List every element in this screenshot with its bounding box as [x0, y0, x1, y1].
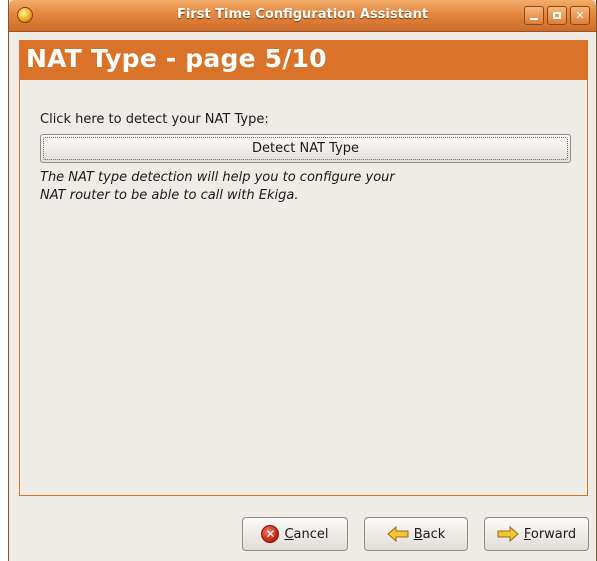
detect-button-label: Detect NAT Type: [251, 141, 360, 156]
maximize-icon: [553, 12, 561, 19]
forward-label: Forward: [523, 526, 577, 542]
forward-button[interactable]: Forward: [484, 517, 589, 551]
close-button[interactable]: ✕: [570, 6, 590, 25]
cancel-label: Cancel: [284, 526, 329, 542]
back-button[interactable]: Back: [364, 517, 468, 551]
detect-prompt-label: Click here to detect your NAT Type:: [40, 112, 269, 127]
page-header: NAT Type - page 5/10: [19, 40, 588, 80]
page-title: NAT Type - page 5/10: [26, 44, 327, 73]
nat-description: The NAT type detection will help you to …: [40, 170, 395, 203]
dialog-buttons: ✕ Cancel Back Forward: [9, 517, 596, 551]
back-label: Back: [413, 526, 446, 542]
minimize-button[interactable]: [524, 6, 544, 25]
minimize-icon: [530, 17, 538, 20]
close-icon: ✕: [575, 9, 585, 22]
maximize-button[interactable]: [547, 6, 567, 25]
assistant-window: First Time Configuration Assistant ✕ NAT…: [8, 0, 597, 561]
cancel-icon: ✕: [261, 525, 280, 543]
content-area: Click here to detect your NAT Type: Dete…: [19, 80, 588, 496]
back-arrow-icon: [386, 526, 409, 542]
window-title: First Time Configuration Assistant: [176, 7, 429, 22]
cancel-button[interactable]: ✕ Cancel: [242, 517, 348, 551]
title-bar[interactable]: First Time Configuration Assistant ✕: [9, 0, 596, 32]
window-controls: ✕: [524, 6, 590, 25]
detect-nat-type-button[interactable]: Detect NAT Type: [40, 134, 571, 163]
forward-arrow-icon: [497, 526, 519, 542]
